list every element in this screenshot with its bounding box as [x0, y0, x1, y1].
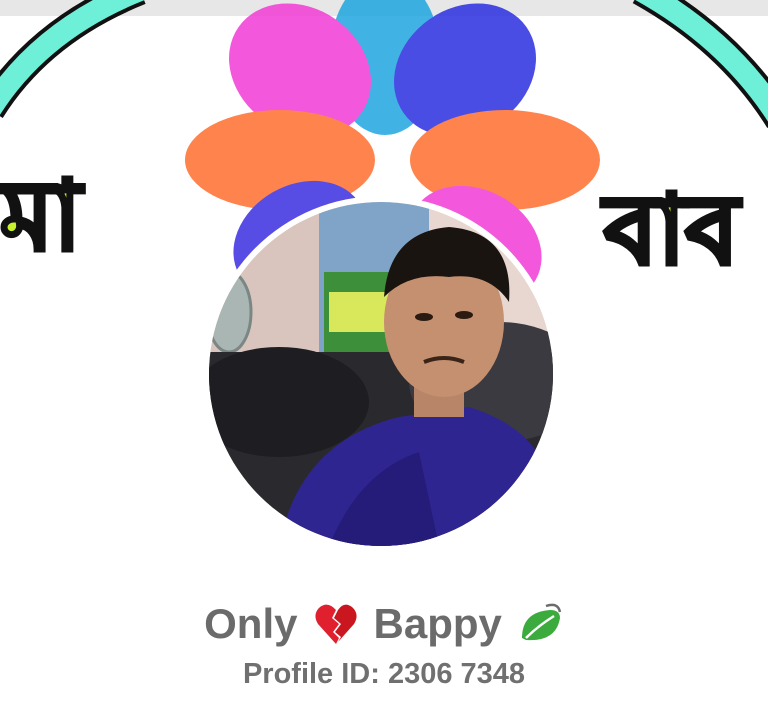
cover-text-baba: বাব	[602, 174, 741, 286]
cover-text-ma: মা	[0, 160, 83, 272]
leaf-icon	[521, 603, 562, 641]
avatar-portrait	[209, 202, 553, 546]
cover-arc-left	[0, 0, 146, 119]
profile-name-last: Bappy	[373, 600, 502, 647]
avatar-photo	[209, 202, 553, 546]
profile-name-first: Only	[204, 600, 298, 647]
profile-id: Profile ID: 2306 7348	[242, 658, 526, 690]
profile-page: মা বাব Only Bappy Profile ID: 2306 7348	[0, 0, 768, 716]
broken-heart-icon	[314, 604, 357, 644]
cover-arc-right	[632, 0, 768, 129]
profile-avatar[interactable]	[203, 196, 559, 552]
profile-name: Only Bappy	[0, 596, 768, 652]
